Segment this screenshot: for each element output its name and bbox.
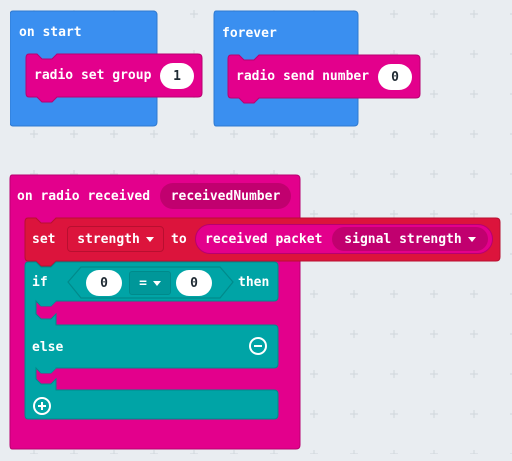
- chevron-down-icon: [145, 236, 154, 242]
- variable-dropdown[interactable]: strength: [67, 226, 164, 252]
- packet-property-dropdown[interactable]: signal strength: [332, 227, 488, 251]
- variable-dropdown-label: strength: [77, 231, 140, 247]
- else-label: else: [32, 340, 64, 355]
- to-label: to: [171, 232, 187, 247]
- set-label: set: [32, 232, 56, 247]
- compare-right-input[interactable]: 0: [176, 270, 212, 296]
- group-number-input[interactable]: 1: [160, 63, 194, 89]
- add-else-if-button[interactable]: [33, 397, 51, 415]
- remove-else-button[interactable]: [249, 337, 267, 355]
- plus-icon-vertical: [41, 402, 43, 410]
- forever-label: forever: [222, 26, 277, 41]
- received-number-param[interactable]: receivedNumber: [160, 183, 291, 209]
- then-label: then: [238, 275, 270, 290]
- if-label: if: [32, 275, 48, 290]
- minus-icon: [254, 345, 262, 347]
- compare-left-input[interactable]: 0: [86, 270, 122, 296]
- received-packet-label: received packet: [205, 231, 323, 247]
- send-number-input[interactable]: 0: [378, 64, 412, 90]
- radio-set-group-label: radio set group: [34, 68, 152, 83]
- operator-dropdown[interactable]: =: [129, 271, 171, 295]
- chevron-down-icon: [467, 236, 476, 242]
- radio-send-number-label: radio send number: [236, 69, 370, 84]
- chevron-down-icon: [152, 280, 161, 286]
- on-start-label: on start: [19, 25, 82, 40]
- on-radio-received-label: on radio received: [17, 189, 151, 204]
- operator-label: =: [139, 275, 147, 291]
- packet-property-label: signal strength: [344, 231, 462, 247]
